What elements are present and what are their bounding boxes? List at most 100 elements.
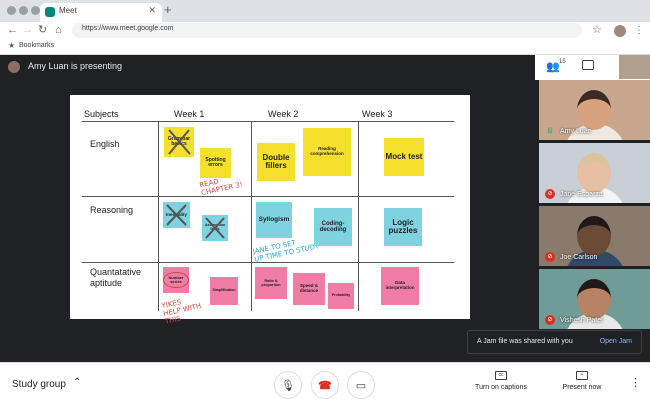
- meet-favicon-icon: [45, 7, 55, 17]
- microphone-button[interactable]: 🎙: [274, 371, 302, 399]
- window-maximize-dot[interactable]: [31, 6, 40, 15]
- jamboard-slide: Subjects Week 1 Week 2 Week 3 English Re…: [70, 95, 470, 326]
- sticky-note[interactable]: Data interpretation: [381, 267, 419, 305]
- self-view-thumbnail[interactable]: [619, 55, 650, 79]
- header-week2: Week 2: [268, 109, 299, 119]
- new-tab-button[interactable]: +: [164, 3, 172, 17]
- sticky-note[interactable]: Spotting errors: [200, 148, 231, 178]
- participant-face: [577, 216, 611, 256]
- address-bar[interactable]: https://www.meet.google.com: [72, 23, 582, 38]
- browser-toolbar: ← → ↻ ⌂ https://www.meet.google.com ☆ ⋮: [0, 22, 650, 40]
- handwritten-note: YIKES HELP WITH THIS: [160, 298, 202, 326]
- jam-shared-toast: A Jam file was shared with you Open Jam: [467, 330, 642, 354]
- closed-captions-icon: cc: [495, 371, 507, 380]
- note-text: Speed & distance: [299, 283, 319, 293]
- camera-icon: ▭: [355, 379, 367, 392]
- browser-tab-meet[interactable]: Meet ✕: [40, 3, 162, 22]
- row-reasoning: Reasoning: [90, 205, 134, 215]
- bookmarks-label[interactable]: Bookmarks: [19, 42, 54, 49]
- browser-menu-icon[interactable]: ⋮: [634, 24, 644, 37]
- toast-message: A Jam file was shared with you: [477, 338, 573, 345]
- cross-out-mark: [168, 129, 191, 155]
- browser-tab-bar: Meet ✕ +: [0, 0, 650, 22]
- participant-name: Amy Luan: [560, 128, 592, 135]
- sticky-note[interactable]: Double fillers: [257, 143, 295, 181]
- chat-icon[interactable]: [582, 60, 594, 70]
- people-count: 15: [559, 59, 566, 65]
- side-panel-controls: 👥 15: [535, 55, 650, 80]
- more-options-icon[interactable]: ⋮: [630, 376, 641, 389]
- back-arrow-icon[interactable]: ←: [7, 23, 18, 38]
- note-text: Ratio & proportion: [261, 279, 281, 287]
- meeting-controls-bar: Study group ⌃ 🎙 ☎ ▭ cc Turn on captions …: [0, 362, 650, 406]
- hang-up-button[interactable]: ☎: [311, 371, 339, 399]
- note-text: Number series: [163, 271, 189, 289]
- bookmark-star-icon[interactable]: ☆: [592, 23, 602, 38]
- header-week3: Week 3: [362, 109, 393, 119]
- sticky-note[interactable]: Reading comprehension: [303, 128, 351, 176]
- sticky-note[interactable]: Number series: [163, 267, 189, 293]
- note-text: Mock test: [385, 151, 423, 161]
- header-week1: Week 1: [174, 109, 205, 119]
- home-icon[interactable]: ⌂: [55, 23, 62, 38]
- mic-muted-icon: ⊘: [545, 252, 555, 262]
- bookmarks-bar: ★ Bookmarks: [0, 40, 650, 55]
- sticky-note[interactable]: Coding-decoding: [314, 208, 352, 246]
- sticky-note[interactable]: Probability: [328, 283, 354, 309]
- window-minimize-dot[interactable]: [19, 6, 28, 15]
- sticky-note[interactable]: Grammar basics: [164, 127, 194, 157]
- captions-button[interactable]: cc Turn on captions: [470, 371, 532, 391]
- tab-close-icon[interactable]: ✕: [148, 5, 156, 16]
- sticky-note[interactable]: Mock test: [384, 138, 424, 176]
- cross-out-mark: [166, 204, 187, 226]
- mic-muted-icon: ⊘: [545, 315, 555, 325]
- present-label: Present now: [562, 384, 602, 391]
- sticky-note[interactable]: Assumption fields: [202, 215, 228, 241]
- sticky-note[interactable]: Inequality: [163, 202, 190, 228]
- note-text: Simplification: [212, 288, 236, 293]
- sticky-note[interactable]: Syllogism: [256, 202, 292, 238]
- chevron-up-icon[interactable]: ⌃: [73, 377, 81, 388]
- meeting-name[interactable]: Study group: [12, 379, 66, 390]
- profile-avatar[interactable]: [614, 25, 626, 37]
- bookmarks-star-icon: ★: [8, 41, 16, 50]
- participant-face: [577, 153, 611, 193]
- forward-arrow-icon[interactable]: →: [22, 23, 33, 38]
- participant-name: Jane Esparza: [560, 191, 603, 198]
- window-close-dot[interactable]: [7, 6, 16, 15]
- meet-stage: Amy Luan is presenting 👥 15 Subjects Wee…: [0, 55, 650, 362]
- sticky-note[interactable]: Simplification: [210, 277, 238, 305]
- participant-tile[interactable]: ⊘ Jane Esparza: [539, 143, 650, 203]
- mic-active-icon: |||: [547, 128, 553, 134]
- grid-line: [251, 121, 252, 311]
- row-quant: Quantatative aptitude: [90, 267, 142, 288]
- sticky-note[interactable]: Speed & distance: [293, 273, 325, 305]
- present-now-button[interactable]: + Present now: [554, 371, 610, 391]
- note-text: Coding-decoding: [319, 220, 347, 233]
- note-text: Probability: [331, 293, 351, 298]
- note-text: Reading comprehension: [310, 146, 344, 156]
- note-text: Double fillers: [262, 152, 290, 170]
- open-jam-button[interactable]: Open Jam: [600, 338, 632, 345]
- grid-line: [82, 196, 454, 197]
- sticky-note[interactable]: Logic puzzles: [384, 208, 422, 246]
- grid-line: [158, 121, 159, 311]
- header-subjects: Subjects: [84, 109, 119, 119]
- note-text: Data interpretation: [385, 280, 415, 290]
- participant-name: Vishesh Patel: [560, 317, 603, 324]
- mic-muted-icon: ⊘: [545, 189, 555, 199]
- participant-face: [577, 279, 611, 319]
- reload-icon[interactable]: ↻: [38, 23, 47, 38]
- presenter-avatar: [8, 61, 20, 73]
- grid-line: [82, 262, 454, 263]
- row-english: English: [90, 139, 120, 149]
- participant-tile[interactable]: ⊘ Vishesh Patel: [539, 269, 650, 329]
- camera-button[interactable]: ▭: [347, 371, 375, 399]
- grid-line: [82, 121, 454, 122]
- participant-tile[interactable]: ||| Amy Luan: [539, 80, 650, 140]
- participant-tile[interactable]: ⊘ Joe Carlson: [539, 206, 650, 266]
- captions-label: Turn on captions: [475, 384, 527, 391]
- people-icon[interactable]: 👥: [546, 60, 560, 73]
- sticky-note[interactable]: Ratio & proportion: [255, 267, 287, 299]
- present-screen-icon: +: [576, 371, 588, 380]
